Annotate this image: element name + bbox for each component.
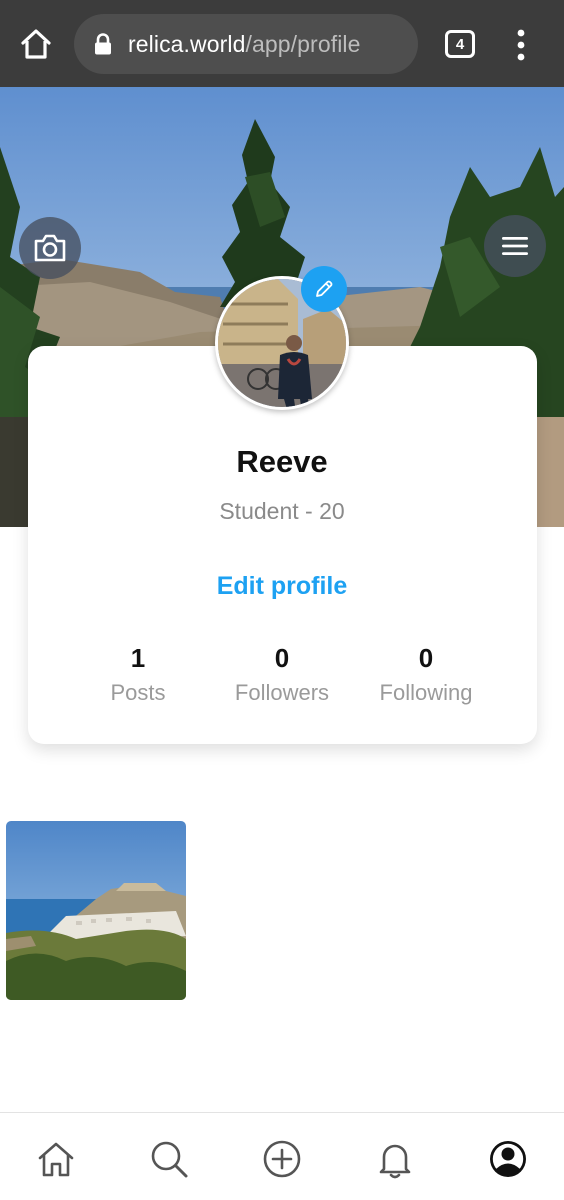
post-thumbnail[interactable]	[6, 821, 186, 1000]
stat-posts[interactable]: 1 Posts	[58, 643, 218, 706]
hamburger-menu-icon[interactable]	[484, 215, 546, 277]
profile-name: Reeve	[236, 444, 328, 479]
edit-avatar-pencil-icon[interactable]	[301, 266, 347, 312]
edit-profile-link[interactable]: Edit profile	[0, 572, 564, 601]
stat-posts-label: Posts	[110, 680, 166, 705]
camera-icon[interactable]	[19, 217, 81, 279]
profile-icon[interactable]	[486, 1137, 530, 1181]
bell-icon[interactable]	[373, 1137, 417, 1181]
home-icon[interactable]	[34, 1137, 78, 1181]
tabs-icon[interactable]: 4	[445, 30, 475, 58]
address-bar[interactable]: relica.world/app/profile	[74, 14, 418, 74]
stat-followers[interactable]: 0 Followers	[202, 643, 362, 706]
tab-count: 4	[455, 35, 465, 53]
more-vert-icon[interactable]	[510, 28, 532, 62]
home-icon[interactable]	[18, 26, 54, 62]
url-text: relica.world/app/profile	[128, 31, 361, 58]
url-path: /app/profile	[245, 31, 361, 57]
stat-following-label: Following	[379, 680, 473, 705]
lock-icon	[94, 33, 112, 55]
browser-toolbar: relica.world/app/profile 4	[0, 0, 564, 87]
url-domain: relica.world	[128, 31, 246, 57]
search-icon[interactable]	[147, 1137, 191, 1181]
bottom-navigation	[0, 1112, 564, 1200]
stat-following[interactable]: 0 Following	[346, 643, 506, 706]
stat-followers-label: Followers	[234, 680, 330, 705]
stat-following-value: 0	[418, 643, 434, 673]
stat-followers-value: 0	[274, 643, 290, 673]
add-circle-icon[interactable]	[260, 1137, 304, 1181]
profile-subtitle: Student - 20	[219, 498, 345, 524]
stat-posts-value: 1	[130, 643, 146, 673]
